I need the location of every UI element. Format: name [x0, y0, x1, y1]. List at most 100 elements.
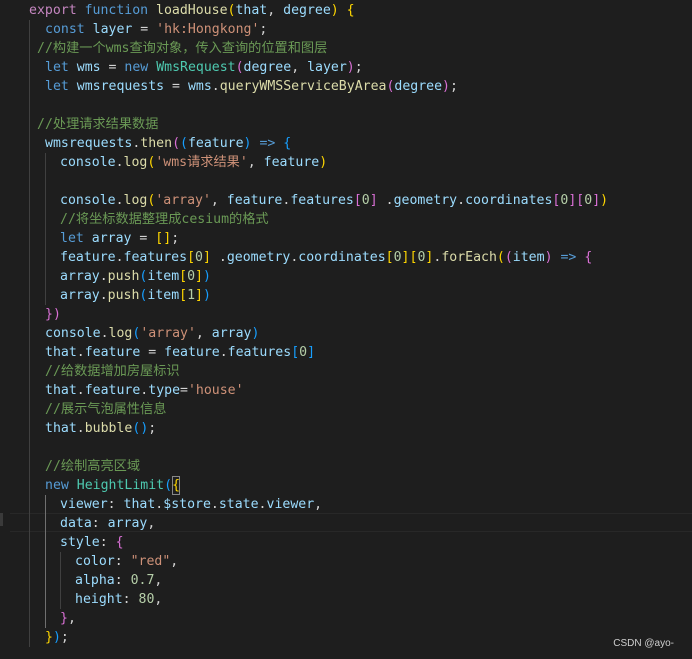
code-line[interactable]: let wms = new WmsRequest(degree, layer); — [0, 58, 692, 77]
code-line[interactable]: height: 80, — [0, 590, 692, 609]
code-text: that.feature = feature.features[0] — [45, 343, 315, 362]
code-line[interactable] — [0, 96, 692, 115]
code-token: [ — [353, 193, 362, 208]
code-token: item — [147, 288, 180, 303]
code-token: 0 — [361, 193, 370, 208]
code-token: viewer — [266, 497, 315, 512]
code-token: export — [29, 3, 85, 18]
code-token: . — [99, 288, 108, 303]
indent-guide — [29, 552, 30, 571]
code-token: { — [584, 250, 593, 265]
code-text: //构建一个wms查询对象，传入查询的位置和图层 — [37, 39, 327, 58]
code-text: style: { — [60, 533, 124, 552]
indent-guide — [29, 628, 30, 647]
code-line[interactable]: data: array, — [0, 514, 692, 533]
code-token: item — [512, 250, 545, 265]
code-token: { — [283, 136, 292, 151]
code-token: ( — [164, 478, 173, 493]
code-line[interactable]: let array = []; — [0, 229, 692, 248]
code-line[interactable]: feature.features[0] .geometry.coordinate… — [0, 248, 692, 267]
code-token: array — [91, 231, 132, 246]
indent-guide — [29, 134, 30, 153]
code-line[interactable]: //给数据增加房屋标识 — [0, 362, 692, 381]
code-token: degree — [283, 3, 331, 18]
indent-guide — [45, 267, 46, 286]
code-token: , — [267, 3, 284, 18]
code-token: item — [147, 269, 180, 284]
code-line[interactable] — [0, 438, 692, 457]
code-line[interactable]: that.bubble(); — [0, 419, 692, 438]
code-text: console.log('array', feature.features[0]… — [60, 191, 608, 210]
code-line[interactable]: //构建一个wms查询对象，传入查询的位置和图层 — [0, 39, 692, 58]
code-line[interactable]: viewer: that.$store.state.viewer, — [0, 495, 692, 514]
code-line[interactable]: //展示气泡属性信息 — [0, 400, 692, 419]
code-line[interactable]: array.push(item[1]) — [0, 286, 692, 305]
code-text: let array = []; — [60, 229, 179, 248]
code-token: feature — [263, 155, 320, 170]
indent-guide — [45, 210, 46, 229]
code-token: : — [122, 592, 139, 607]
code-token: color — [75, 554, 115, 569]
code-text: height: 80, — [75, 590, 162, 609]
code-text: alpha: 0.7, — [75, 571, 162, 590]
code-line[interactable]: new HeightLimit({ — [0, 476, 692, 495]
code-token: style — [60, 535, 100, 550]
code-line[interactable]: export function loadHouse(that, degree) … — [0, 1, 692, 20]
code-line[interactable] — [0, 172, 692, 191]
code-text: let wmsrequests = wms.queryWMSServiceByA… — [45, 77, 458, 96]
code-line[interactable]: that.feature = feature.features[0] — [0, 343, 692, 362]
code-token: ] — [202, 250, 211, 265]
code-token: 0 — [195, 250, 203, 265]
code-line[interactable]: }) — [0, 305, 692, 324]
code-token: ) — [319, 155, 328, 170]
code-line[interactable]: //处理请求结果数据 — [0, 115, 692, 134]
code-token: let — [45, 60, 77, 75]
indent-guide — [29, 248, 30, 267]
code-text: feature.features[0] .geometry.coordinate… — [60, 248, 592, 267]
code-token: type — [148, 383, 181, 398]
indent-guide — [45, 571, 46, 590]
code-line[interactable]: //绘制高亮区域 — [0, 457, 692, 476]
code-token: . — [115, 193, 124, 208]
code-token: ; — [354, 60, 363, 75]
code-token: ) — [346, 60, 355, 75]
code-line[interactable]: that.feature.type='house' — [0, 381, 692, 400]
code-token: [ — [385, 250, 394, 265]
code-token: that — [45, 345, 77, 360]
indent-guide — [45, 533, 46, 552]
indent-guide — [29, 362, 30, 381]
code-token: console — [45, 326, 101, 341]
indent-guide — [45, 286, 46, 305]
code-token: that — [45, 421, 77, 436]
indent-guide — [60, 552, 61, 571]
code-line[interactable]: console.log('array', feature.features[0]… — [0, 191, 692, 210]
code-line[interactable]: style: { — [0, 533, 692, 552]
code-token: = — [132, 22, 157, 37]
code-text: }, — [60, 609, 76, 628]
code-token: [ — [291, 345, 300, 360]
indent-guide — [29, 514, 30, 533]
code-line[interactable]: array.push(item[0]) — [0, 267, 692, 286]
code-line[interactable]: wmsrequests.then((feature) => { — [0, 134, 692, 153]
code-token: 0 — [584, 193, 593, 208]
indent-guide — [29, 96, 30, 115]
indent-guide — [29, 438, 30, 457]
code-line[interactable]: color: "red", — [0, 552, 692, 571]
code-line[interactable]: }); — [0, 628, 692, 647]
code-line[interactable]: alpha: 0.7, — [0, 571, 692, 590]
code-line[interactable]: let wmsrequests = wms.queryWMSServiceByA… — [0, 77, 692, 96]
code-token: ) — [330, 3, 339, 18]
indent-guide — [45, 495, 46, 514]
code-token: , — [314, 497, 323, 512]
code-line[interactable]: console.log('array', array) — [0, 324, 692, 343]
code-line[interactable]: //将坐标数据整理成cesium的格式 — [0, 210, 692, 229]
code-token: //处理请求结果数据 — [37, 117, 159, 132]
code-line[interactable]: const layer = 'hk:Hongkong'; — [0, 20, 692, 39]
code-line[interactable]: console.log('wms请求结果', feature) — [0, 153, 692, 172]
code-line[interactable]: }, — [0, 609, 692, 628]
code-token: . — [210, 250, 227, 265]
code-editor[interactable]: export function loadHouse(that, degree) … — [0, 0, 692, 659]
code-token: geometry — [393, 193, 458, 208]
code-token: ; — [148, 421, 157, 436]
code-token: push — [107, 269, 140, 284]
